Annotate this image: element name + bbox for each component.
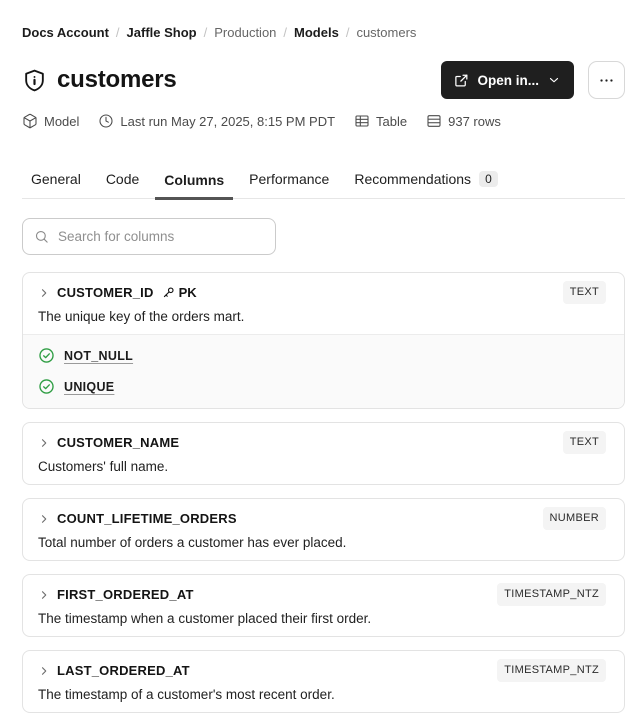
test-row: UNIQUE [38,375,609,398]
column-card: COUNT_LIFETIME_ORDERS NUMBER Total numbe… [22,498,625,561]
title-left: customers [22,66,177,94]
search-input[interactable] [58,229,264,244]
more-actions-button[interactable] [588,61,625,99]
tab-count-badge: 0 [479,171,498,187]
shield-exclamation-icon [22,68,47,93]
ellipsis-icon [598,72,615,89]
title-row: customers Open in... [22,60,625,100]
column-description: The timestamp when a customer placed the… [38,611,372,626]
column-name: CUSTOMER_NAME [57,435,180,450]
column-type-badge: TIMESTAMP_NTZ [497,583,606,606]
column-header-row[interactable]: CUSTOMER_NAME TEXT [38,431,606,454]
test-link[interactable]: NOT_NULL [64,349,133,363]
meta-row: Model Last run May 27, 2025, 8:15 PM PDT… [22,113,625,129]
column-name: LAST_ORDERED_AT [57,663,190,678]
check-circle-icon [38,378,55,395]
check-circle-icon [38,347,55,364]
breadcrumb-item[interactable]: Models [294,25,339,41]
breadcrumb-separator: / [203,25,208,40]
meta-item: Table [354,113,407,129]
breadcrumb-item[interactable]: Jaffle Shop [127,25,197,41]
chevron-right-icon [38,287,50,299]
page: Docs Account / Jaffle Shop / Production / Mode… [0,0,643,713]
primary-key-indicator: PK [161,284,197,301]
column-card-top: FIRST_ORDERED_AT TIMESTAMP_NTZ The times… [23,575,624,636]
test-link[interactable]: UNIQUE [64,380,114,394]
column-header-row[interactable]: COUNT_LIFETIME_ORDERS NUMBER [38,507,606,530]
column-type-badge: TIMESTAMP_NTZ [497,659,606,682]
column-card-top: CUSTOMER_ID PK TEXT The unique key of th… [23,273,624,334]
external-link-icon [454,73,469,88]
breadcrumb: Docs Account / Jaffle Shop / Production / Mode… [22,25,625,41]
column-card-top: COUNT_LIFETIME_ORDERS NUMBER Total numbe… [23,499,624,560]
title-actions: Open in... [441,61,625,99]
search-icon [34,229,49,244]
column-name: COUNT_LIFETIME_ORDERS [57,511,237,526]
page-title: customers [57,66,177,93]
key-icon [161,285,176,300]
column-card: CUSTOMER_NAME TEXT Customers' full name. [22,422,625,485]
breadcrumb-separator: / [283,25,288,40]
tab-label: Code [105,171,140,187]
tab-bar: General Code Columns Performance Recomme… [22,171,625,200]
column-tests: NOT_NULL UNIQUE [23,334,624,408]
meta-label: Model [44,113,80,129]
chevron-right-icon [38,513,50,525]
open-in-button[interactable]: Open in... [441,61,574,99]
column-description: Customers' full name. [38,459,169,474]
chevron-right-icon [38,589,50,601]
column-description: Total number of orders a customer has ev… [38,535,347,550]
tab-code[interactable]: Code [97,171,148,198]
column-card-top: CUSTOMER_NAME TEXT Customers' full name. [23,423,624,484]
tab-label: Recommendations [354,171,472,187]
chevron-right-icon [38,437,50,449]
table-icon [354,113,370,129]
breadcrumb-separator: / [115,25,120,40]
meta-item: Last run May 27, 2025, 8:15 PM PDT [98,113,335,129]
search-box [22,218,276,255]
meta-item: 937 rows [426,113,501,129]
tab-label: General [31,171,81,187]
column-header-row[interactable]: CUSTOMER_ID PK TEXT [38,281,606,304]
column-header-row[interactable]: FIRST_ORDERED_AT TIMESTAMP_NTZ [38,583,606,606]
breadcrumb-item[interactable]: Docs Account [22,25,109,41]
column-description: The unique key of the orders mart. [38,309,245,324]
tab-general[interactable]: General [22,171,90,198]
open-in-label: Open in... [477,72,539,88]
tab-columns[interactable]: Columns [155,171,234,200]
column-type-badge: NUMBER [542,507,606,530]
column-card: CUSTOMER_ID PK TEXT The unique key of th… [22,272,625,409]
columns-list: CUSTOMER_ID PK TEXT The unique key of th… [22,272,625,713]
meta-label: 937 rows [448,113,501,129]
tab-performance[interactable]: Performance [240,171,338,198]
rows-icon [426,113,442,129]
meta-item: Model [22,113,79,129]
test-row: NOT_NULL [38,344,609,367]
tab-recommendations[interactable]: Recommendations 0 [345,171,506,198]
cube-icon [22,113,38,129]
breadcrumb-item[interactable]: Production [214,25,276,41]
pk-label: PK [178,285,197,300]
column-type-badge: TEXT [562,281,606,304]
breadcrumb-separator: / [345,25,350,40]
column-card-top: LAST_ORDERED_AT TIMESTAMP_NTZ The timest… [23,651,624,712]
tab-label: Performance [249,171,330,187]
column-name: CUSTOMER_ID [57,285,154,300]
column-card: LAST_ORDERED_AT TIMESTAMP_NTZ The timest… [22,650,625,713]
clock-icon [98,113,114,129]
meta-label: Last run May 27, 2025, 8:15 PM PDT [120,113,336,129]
breadcrumb-item[interactable]: customers [356,25,416,41]
column-header-row[interactable]: LAST_ORDERED_AT TIMESTAMP_NTZ [38,659,606,682]
column-card: FIRST_ORDERED_AT TIMESTAMP_NTZ The times… [22,574,625,637]
column-name: FIRST_ORDERED_AT [57,587,194,602]
meta-label: Table [376,113,408,129]
column-type-badge: TEXT [562,431,606,454]
chevron-right-icon [38,665,50,677]
tab-label: Columns [164,171,225,188]
chevron-down-icon [547,73,561,87]
column-description: The timestamp of a customer's most recen… [38,687,335,702]
